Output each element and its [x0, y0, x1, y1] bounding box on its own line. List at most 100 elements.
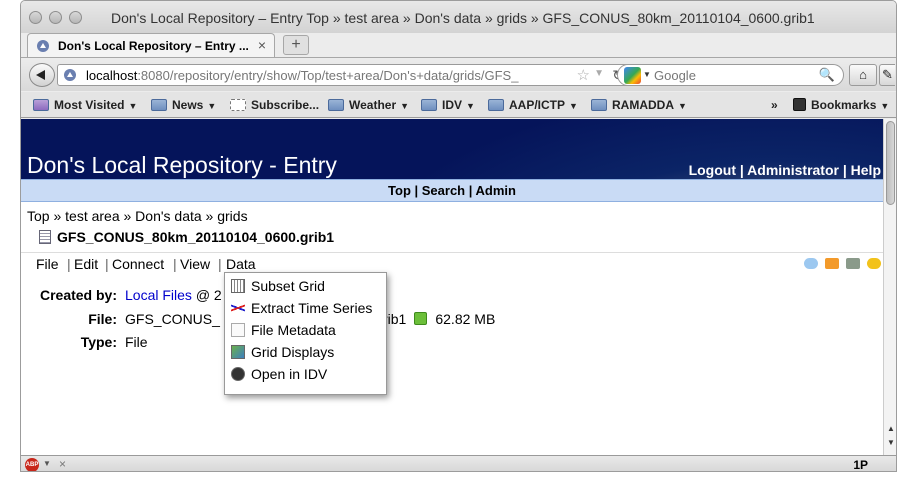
- title-bar: Don's Local Repository – Entry Top » tes…: [21, 1, 896, 33]
- cart-icon[interactable]: [846, 258, 861, 269]
- menu-connect[interactable]: Connect: [112, 256, 164, 272]
- entry-menubar: File | Edit | Connect | View | Data: [21, 252, 883, 274]
- new-tab-button[interactable]: +: [283, 35, 309, 55]
- metadata-icon: [231, 323, 245, 337]
- menu-separator: |: [105, 256, 109, 272]
- url-bar[interactable]: localhost:8080/repository/entry/show/Top…: [57, 64, 633, 86]
- adblock-icon[interactable]: ABP: [25, 458, 39, 471]
- page-icon: [230, 99, 246, 111]
- bookmark-weather[interactable]: Weather ▼: [328, 98, 409, 112]
- header-links[interactable]: Logout | Administrator | Help: [689, 162, 881, 178]
- menu-edit[interactable]: Edit: [74, 256, 98, 272]
- navigation-toolbar: localhost:8080/repository/entry/show/Top…: [21, 57, 896, 91]
- bookmark-ramadda[interactable]: RAMADDA ▼: [591, 98, 687, 112]
- menu-view[interactable]: View: [180, 256, 210, 272]
- menu-item-file-metadata[interactable]: File Metadata: [231, 322, 336, 342]
- menu-item-extract-time-series[interactable]: Extract Time Series: [231, 300, 372, 320]
- menu-item-open-in-idv[interactable]: Open in IDV: [231, 366, 327, 386]
- created-by-link[interactable]: Local Files: [125, 287, 192, 303]
- created-by-suffix: @ 2: [195, 287, 222, 303]
- tab-label: Don's Local Repository – Entry ...: [58, 39, 249, 53]
- time-series-icon: [231, 301, 245, 315]
- url-history-dropdown-icon[interactable]: ▼: [594, 68, 604, 79]
- home-button[interactable]: ⌂: [849, 64, 877, 86]
- folder-icon: [591, 99, 607, 111]
- menu-item-label: Extract Time Series: [251, 300, 373, 316]
- wrench-icon: ✎: [882, 67, 893, 82]
- browser-tab[interactable]: Don's Local Repository – Entry ... ×: [27, 33, 275, 57]
- bookmarks-menu[interactable]: Bookmarks ▼: [793, 98, 889, 112]
- created-by-value: Local Files @ 2: [125, 287, 222, 303]
- download-icon[interactable]: [414, 312, 428, 325]
- ramadda-favicon-icon: [37, 40, 49, 52]
- url-host: localhost: [86, 68, 138, 83]
- bookmark-label: Weather: [349, 98, 397, 112]
- menu-separator: |: [218, 256, 222, 272]
- menu-separator: |: [173, 256, 177, 272]
- grid-file-icon: [39, 230, 51, 244]
- bookmark-star-icon[interactable]: ☆: [577, 66, 590, 84]
- menu-item-grid-displays[interactable]: Grid Displays: [231, 344, 334, 364]
- favorite-star-icon[interactable]: [867, 258, 881, 269]
- menu-item-label: Subset Grid: [251, 278, 325, 294]
- bookmark-most-visited[interactable]: Most Visited ▼: [33, 98, 137, 112]
- folder-icon: [151, 99, 167, 111]
- folder-icon: [328, 99, 344, 111]
- file-value-end: rib1 62.82 MB: [383, 311, 495, 327]
- file-label: File:: [88, 311, 117, 327]
- home-icon: ⌂: [859, 67, 867, 82]
- back-button[interactable]: [29, 63, 55, 87]
- google-engine-icon[interactable]: [624, 67, 641, 84]
- bookmark-label: IDV: [442, 98, 463, 112]
- type-label: Type:: [80, 334, 117, 350]
- bookmarks-star-icon: [793, 98, 806, 111]
- menu-item-label: File Metadata: [251, 322, 336, 338]
- type-value: File: [125, 334, 148, 350]
- bookmarks-toolbar: Most Visited ▼ News ▼ Subscribe... Weather…: [21, 92, 896, 118]
- bookmark-news[interactable]: News ▼: [151, 98, 216, 112]
- search-icon[interactable]: 🔍: [819, 67, 835, 83]
- entry-name: GFS_CONUS_80km_20110104_0600.grib1: [57, 229, 335, 245]
- status-bar: ABP ▼ × 1P: [21, 455, 896, 472]
- bookmark-aap-ictp[interactable]: AAP/ICTP ▼: [488, 98, 578, 112]
- search-placeholder: Google: [654, 68, 696, 83]
- close-status-icon[interactable]: ×: [59, 457, 66, 471]
- breadcrumb[interactable]: Top » test area » Don's data » grids: [27, 208, 248, 224]
- scroll-up-icon[interactable]: ▲: [887, 424, 895, 433]
- minimize-window-button[interactable]: [49, 11, 62, 24]
- bookmark-subscribe[interactable]: Subscribe...: [230, 98, 319, 112]
- folder-icon: [488, 99, 504, 111]
- rss-icon[interactable]: [825, 258, 840, 269]
- status-indicator: 1P: [853, 458, 868, 472]
- bookmark-idv[interactable]: IDV ▼: [421, 98, 475, 112]
- vertical-scrollbar[interactable]: ▲ ▼: [883, 119, 896, 455]
- bookmark-label: RAMADDA: [612, 98, 674, 112]
- comment-icon[interactable]: [804, 258, 819, 269]
- search-box[interactable]: ▼ Google 🔍: [617, 64, 844, 86]
- menu-data[interactable]: Data: [226, 256, 256, 272]
- file-size: 62.82 MB: [435, 311, 496, 327]
- page-content: Don's Local Repository - Entry Logout | …: [21, 119, 883, 455]
- entry-tool-icons: [801, 256, 881, 272]
- url-text: localhost:8080/repository/entry/show/Top…: [86, 68, 518, 83]
- entry-title: GFS_CONUS_80km_20110104_0600.grib1: [39, 229, 334, 245]
- menu-item-subset-grid[interactable]: Subset Grid: [231, 278, 325, 298]
- menu-item-label: Grid Displays: [251, 344, 335, 360]
- close-window-button[interactable]: [29, 11, 42, 24]
- bookmark-label: Subscribe...: [251, 98, 320, 112]
- menu-item-label: Open in IDV: [251, 366, 328, 382]
- menu-file[interactable]: File: [36, 256, 59, 272]
- adblock-dropdown-icon[interactable]: ▼: [43, 459, 51, 468]
- engine-dropdown-icon[interactable]: ▼: [643, 70, 651, 79]
- scrollbar-thumb[interactable]: [886, 121, 895, 205]
- top-navigation[interactable]: Top | Search | Admin: [21, 179, 883, 202]
- site-title: Don's Local Repository - Entry: [27, 152, 337, 178]
- bookmarks-label: Bookmarks: [811, 98, 877, 112]
- scroll-down-icon[interactable]: ▼: [887, 438, 895, 447]
- tab-close-icon[interactable]: ×: [258, 37, 266, 53]
- bookmarks-overflow-icon[interactable]: »: [771, 98, 778, 112]
- tools-button[interactable]: ✎: [879, 64, 895, 86]
- bookmark-label: AAP/ICTP: [509, 98, 566, 112]
- browser-window: Don's Local Repository – Entry Top » tes…: [20, 0, 897, 472]
- zoom-window-button[interactable]: [69, 11, 82, 24]
